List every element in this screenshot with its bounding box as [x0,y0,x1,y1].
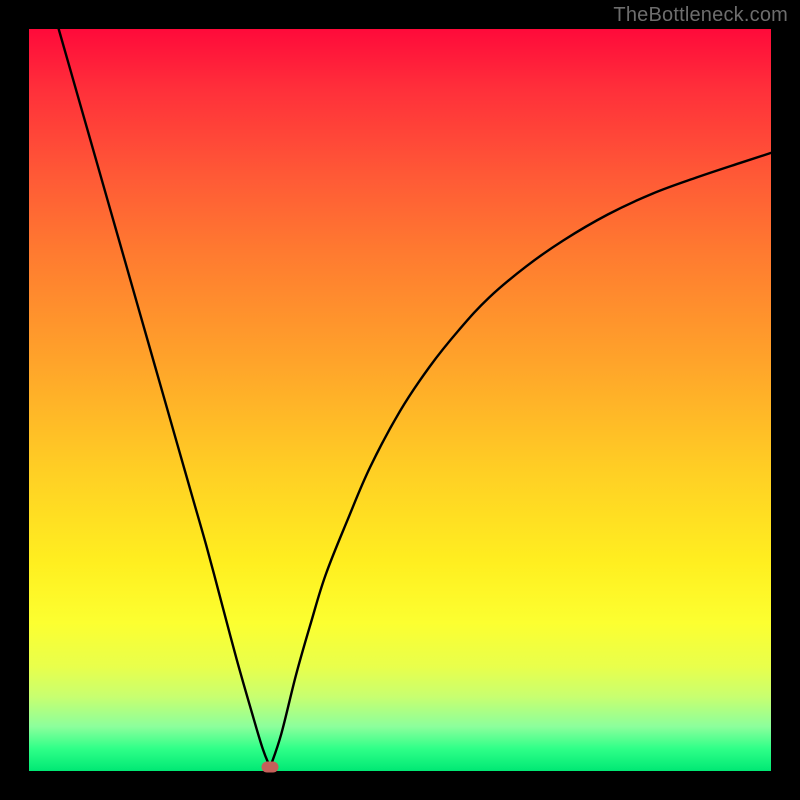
chart-frame: TheBottleneck.com [0,0,800,800]
chart-plot-area [29,29,771,771]
watermark-text: TheBottleneck.com [613,4,788,27]
bottleneck-curve [29,29,771,771]
minimum-marker [262,762,279,773]
